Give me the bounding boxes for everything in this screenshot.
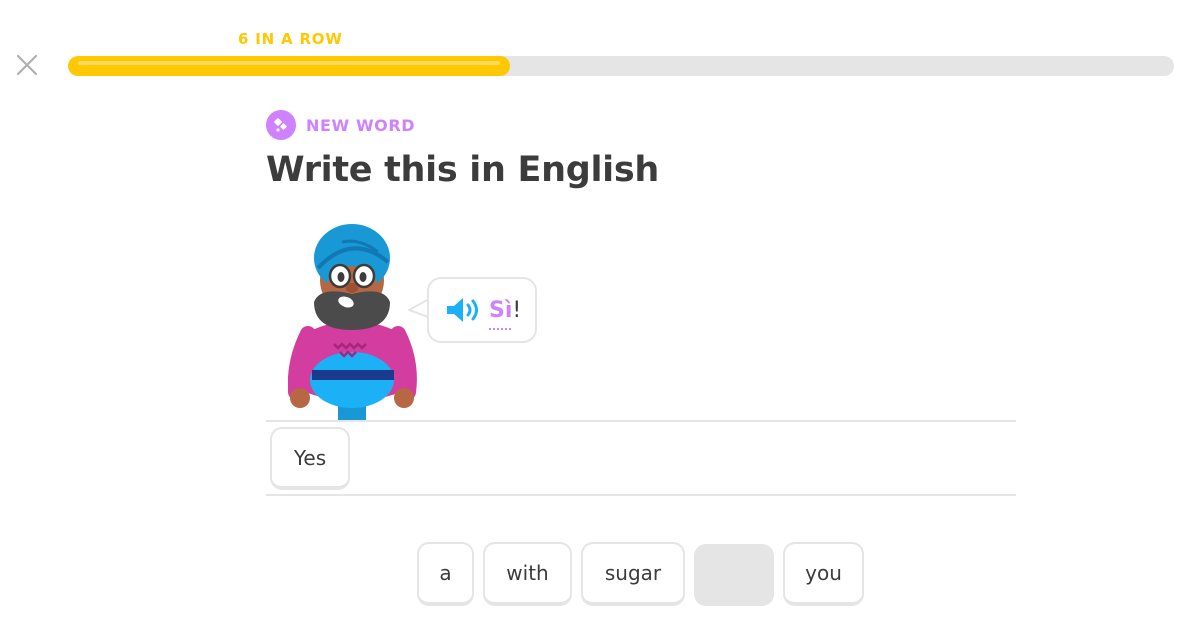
close-icon — [16, 54, 38, 76]
word-bank-tile-placeholder — [694, 544, 774, 606]
new-word-icon — [266, 110, 296, 140]
answer-tile-yes[interactable]: Yes — [270, 427, 350, 490]
word-bank-tile-sugar[interactable]: sugar — [581, 542, 685, 606]
progress-bar — [68, 56, 1174, 76]
progress-bar-shine — [78, 61, 501, 65]
prompt-text[interactable]: Sì! — [489, 297, 522, 330]
streak-label: 6 IN A ROW — [238, 30, 343, 48]
close-button[interactable] — [14, 52, 40, 78]
challenge-title: Write this in English — [266, 150, 659, 190]
speech-bubble: Sì! — [427, 277, 537, 343]
word-hint-underline — [489, 327, 511, 330]
word-bank-tile-you[interactable]: you — [783, 542, 864, 606]
word-bank-tile-a[interactable]: a — [417, 542, 474, 606]
prompt-punctuation: ! — [512, 297, 522, 323]
speaker-icon[interactable] — [445, 295, 481, 325]
word-bank-tile-with[interactable]: with — [483, 542, 572, 606]
answer-line-top — [266, 420, 1016, 422]
character-illustration — [288, 224, 417, 420]
progress-bar-fill — [68, 56, 511, 76]
answer-line-bottom — [266, 494, 1016, 496]
new-word-label: NEW WORD — [306, 115, 416, 135]
prompt-word[interactable]: Sì — [489, 298, 512, 323]
new-word-badge: NEW WORD — [266, 110, 415, 140]
